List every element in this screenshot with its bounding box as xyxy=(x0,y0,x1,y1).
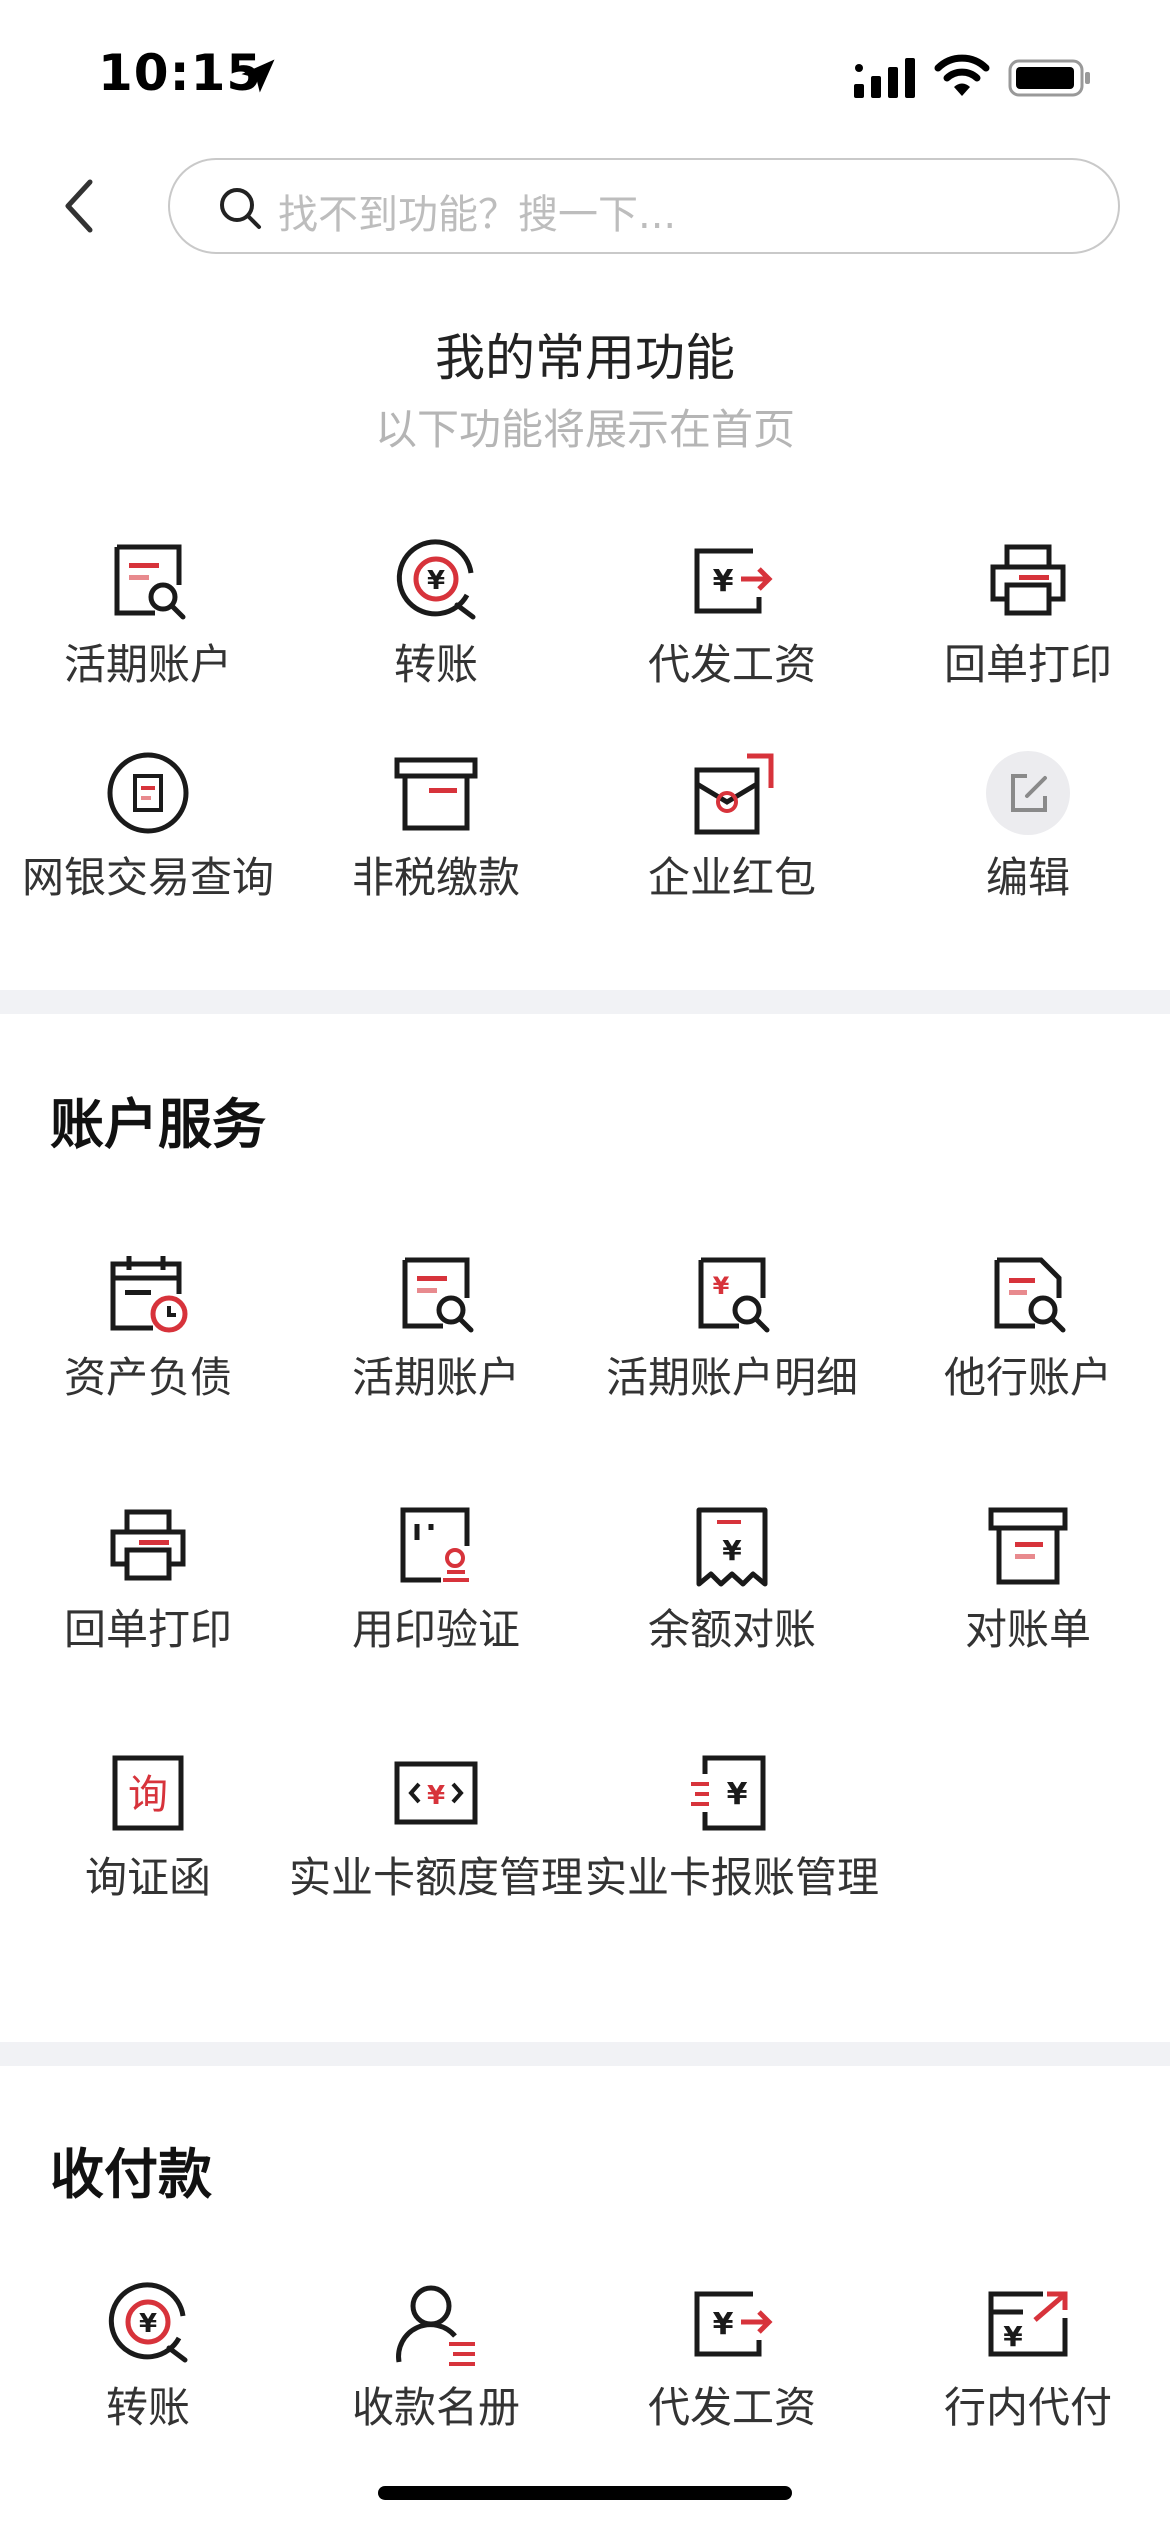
svg-text:¥: ¥ xyxy=(713,564,734,599)
fav-label: 非税缴款 xyxy=(351,853,520,902)
transfer-icon: ¥ xyxy=(108,2282,188,2363)
back-button[interactable] xyxy=(50,170,110,242)
service-label: 对账单 xyxy=(964,1605,1091,1654)
service-item-balance-reconcile[interactable]: ¥ 余额对账 xyxy=(584,1500,880,1656)
payment-label: 收款名册 xyxy=(351,2383,520,2432)
fav-label: 活期账户 xyxy=(63,640,232,689)
search-icon xyxy=(220,188,261,229)
fav-label: 转账 xyxy=(393,640,478,689)
transfer-icon: ¥ xyxy=(396,539,476,620)
other-bank-account-icon xyxy=(994,1257,1066,1333)
service-item-other-bank-account[interactable]: 他行账户 xyxy=(880,1248,1170,1404)
inquiry-letter-icon: 询 xyxy=(112,1755,184,1831)
svg-text:¥: ¥ xyxy=(427,566,445,596)
svg-text:¥: ¥ xyxy=(427,1781,445,1811)
service-label: 活期账户 xyxy=(351,1353,520,1402)
fav-label: 编辑 xyxy=(985,853,1070,902)
section-title-payments: 收付款 xyxy=(50,2143,212,2206)
service-label: 询证函 xyxy=(84,1853,211,1902)
home-indicator[interactable] xyxy=(378,2486,792,2500)
svg-text:¥: ¥ xyxy=(713,2307,734,2342)
service-label: 实业卡额度管理 xyxy=(288,1853,583,1902)
section-divider xyxy=(0,2042,1170,2066)
statement-icon xyxy=(988,1507,1068,1585)
fav-item-nontax-payment[interactable]: 非税缴款 xyxy=(288,748,584,904)
card-expense-icon: ¥ xyxy=(691,1755,766,1831)
section-title-account-services: 账户服务 xyxy=(50,1093,266,1156)
edit-icon xyxy=(986,751,1070,835)
payment-label: 行内代付 xyxy=(943,2383,1112,2432)
payment-item-salary[interactable]: ¥ 代发工资 xyxy=(584,2278,880,2434)
location-arrow-icon xyxy=(241,59,275,93)
transaction-query-icon xyxy=(107,752,189,834)
account-search-icon xyxy=(114,544,186,620)
fav-item-transfer[interactable]: ¥ 转账 xyxy=(288,535,584,691)
payment-label: 代发工资 xyxy=(647,2383,816,2432)
service-item-assets-liabilities[interactable]: 资产负债 xyxy=(0,1248,296,1404)
service-item-demand-account[interactable]: 活期账户 xyxy=(288,1248,584,1404)
payment-item-payee-list[interactable]: 收款名册 xyxy=(288,2278,584,2434)
payee-list-icon xyxy=(396,2285,475,2366)
service-item-inquiry-letter[interactable]: 询 询证函 xyxy=(0,1748,296,1904)
service-item-card-limit[interactable]: ¥ 实业卡额度管理 xyxy=(288,1748,584,1904)
service-item-seal-verify[interactable]: 用印验证 xyxy=(288,1500,584,1656)
service-item-receipt-print[interactable]: 回单打印 xyxy=(0,1500,296,1656)
intra-bank-pay-icon: ¥ xyxy=(988,2291,1068,2357)
red-envelope-icon xyxy=(694,753,774,835)
service-label: 余额对账 xyxy=(647,1605,816,1654)
status-bar: 10:15 xyxy=(0,0,1170,150)
service-label: 实业卡报账管理 xyxy=(584,1853,879,1902)
payment-item-intra-bank-pay[interactable]: ¥ 行内代付 xyxy=(880,2278,1170,2434)
service-label: 资产负债 xyxy=(63,1353,232,1402)
fav-item-demand-account[interactable]: 活期账户 xyxy=(0,535,296,691)
fav-label: 企业红包 xyxy=(647,853,816,902)
section-divider xyxy=(0,990,1170,1014)
fav-label: 回单打印 xyxy=(943,640,1112,689)
tax-payment-icon xyxy=(394,757,478,831)
search-input[interactable]: 找不到功能？搜一下... xyxy=(168,158,1120,254)
search-placeholder: 找不到功能？搜一下... xyxy=(278,192,677,238)
fav-item-salary[interactable]: ¥ 代发工资 xyxy=(584,535,880,691)
account-detail-icon: ¥ xyxy=(698,1257,770,1333)
service-item-demand-account-detail[interactable]: ¥ 活期账户明细 xyxy=(584,1248,880,1404)
service-label: 回单打印 xyxy=(63,1605,232,1654)
svg-text:询: 询 xyxy=(128,1772,168,1818)
favorites-subtitle: 以下功能将展示在首页 xyxy=(374,405,795,454)
salary-icon: ¥ xyxy=(694,548,773,614)
salary-icon: ¥ xyxy=(694,2291,773,2357)
fav-label: 网银交易查询 xyxy=(21,853,274,902)
fav-item-receipt-print[interactable]: 回单打印 xyxy=(880,535,1170,691)
battery-icon xyxy=(1008,59,1090,97)
service-item-statement[interactable]: 对账单 xyxy=(880,1500,1170,1656)
balance-receipt-icon: ¥ xyxy=(696,1507,768,1587)
svg-text:¥: ¥ xyxy=(722,1534,742,1567)
fav-label: 代发工资 xyxy=(647,640,816,689)
payment-label: 转账 xyxy=(105,2383,190,2432)
favorites-title: 我的常用功能 xyxy=(435,329,735,387)
cellular-signal-icon xyxy=(854,58,915,98)
svg-text:¥: ¥ xyxy=(1003,2320,1023,2353)
calendar-clock-icon xyxy=(110,1256,188,1333)
printer-icon xyxy=(110,1509,186,1581)
svg-text:¥: ¥ xyxy=(713,1272,730,1300)
printer-icon xyxy=(990,544,1066,616)
account-search-icon xyxy=(402,1257,474,1333)
wifi-icon xyxy=(934,54,990,96)
service-item-card-expense[interactable]: ¥ 实业卡报账管理 xyxy=(584,1748,880,1904)
payment-item-transfer[interactable]: ¥ 转账 xyxy=(0,2278,296,2434)
svg-text:¥: ¥ xyxy=(139,2309,157,2339)
service-label: 活期账户明细 xyxy=(605,1353,858,1402)
service-label: 他行账户 xyxy=(943,1353,1112,1402)
service-label: 用印验证 xyxy=(351,1605,520,1654)
fav-item-red-envelope[interactable]: 企业红包 xyxy=(584,748,880,904)
card-limit-icon: ¥ xyxy=(394,1761,478,1825)
seal-verify-icon xyxy=(400,1507,470,1583)
fav-item-edit[interactable]: 编辑 xyxy=(880,748,1170,904)
svg-text:¥: ¥ xyxy=(727,1777,748,1812)
fav-item-netbank-query[interactable]: 网银交易查询 xyxy=(0,748,296,904)
